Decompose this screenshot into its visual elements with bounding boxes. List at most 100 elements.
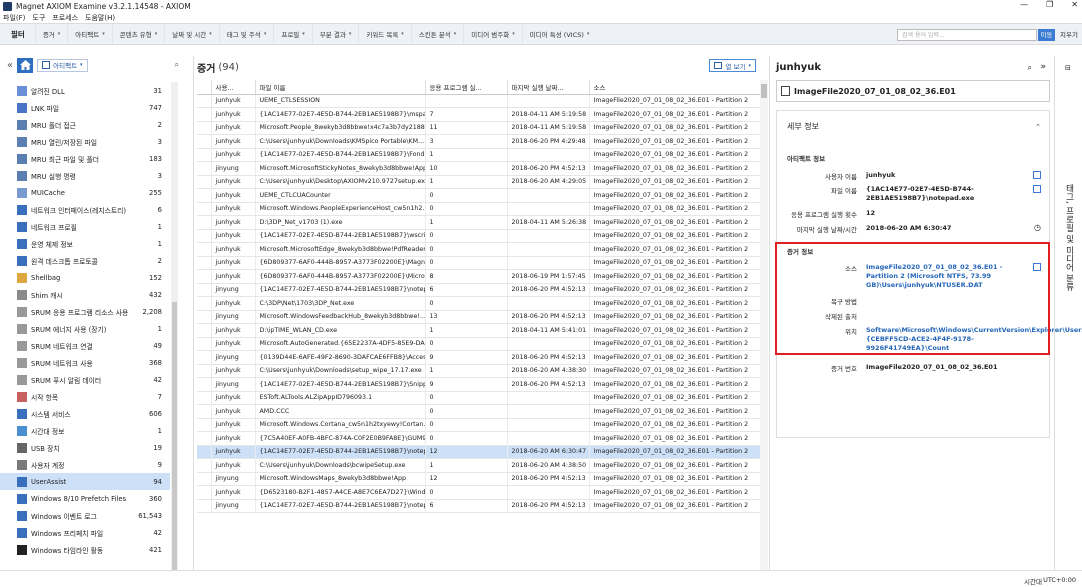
table-row[interactable]: junhyuk UEME_CTLSESSION ImageFile2020_07_0… (197, 94, 761, 108)
artifact-item[interactable]: USB 장치 19 (0, 439, 170, 456)
artifact-item[interactable]: Windows 이벤트 로그 61,543 (0, 507, 170, 524)
timezone-value[interactable]: UTC+0:00 (1043, 576, 1076, 584)
table-row[interactable]: junhyuk {7C5A40EF-A0FB-4BFC-874A-C0F2E0B9… (197, 431, 761, 446)
row-checkbox[interactable] (197, 485, 212, 500)
filter-1[interactable]: 아티팩트 ▾ (67, 24, 111, 44)
artifact-item[interactable]: SRUM 에너지 사용 (장기) 1 (0, 320, 170, 337)
maximize-button[interactable]: ❐ (1046, 0, 1053, 9)
table-row[interactable]: junhyuk C:\Users\junhyuk\Downloads\bcwipe… (197, 458, 761, 473)
row-checkbox[interactable] (197, 445, 212, 459)
artifact-item[interactable]: MRU 실행 명령 3 (0, 167, 170, 184)
artifact-item[interactable]: SRUM 네트워크 연결 49 (0, 337, 170, 354)
filter-7[interactable]: 키워드 목록 ▾ (358, 24, 410, 44)
artifact-item[interactable]: MUICache 255 (0, 184, 170, 201)
row-checkbox[interactable] (197, 310, 212, 324)
row-checkbox[interactable] (197, 296, 212, 311)
table-scrollbar[interactable] (760, 80, 768, 570)
row-checkbox[interactable] (197, 431, 212, 446)
table-row[interactable]: jinyung {1AC14E77-02E7-4E5D-B744-2EB1AE51… (197, 283, 761, 297)
row-checkbox[interactable] (197, 202, 212, 216)
table-row[interactable]: junhyuk {6D809377-6AF0-444B-8957-A3773F02… (197, 256, 761, 270)
artifact-item[interactable]: SRUM 응용 프로그램 리소스 사용 2,208 (0, 303, 170, 320)
row-checkbox[interactable] (197, 161, 212, 176)
column-header[interactable]: 소스 (589, 80, 761, 95)
minimize-button[interactable]: — (1020, 0, 1028, 9)
row-checkbox[interactable] (197, 94, 212, 108)
table-row[interactable]: junhyuk Microsoft.AutoGenerated.{65E2237A… (197, 337, 761, 351)
row-checkbox[interactable] (197, 323, 212, 338)
table-row[interactable]: junhyuk ESToft.ALTools.ALZipAppID796093.1… (197, 391, 761, 405)
artifact-item[interactable]: MRU 폴더 접근 2 (0, 116, 170, 133)
artifact-item[interactable]: 알려진 DLL 31 (0, 82, 170, 99)
menu-tools[interactable]: 도구 (32, 13, 45, 23)
artifact-item[interactable]: MRU 열린/저장된 파일 3 (0, 133, 170, 150)
filter-10[interactable]: 미디어 특성 (VICS) ▾ (521, 24, 597, 44)
table-row[interactable]: junhyuk {1AC14E77-02E7-4E5D-B744-2EB1AE51… (197, 107, 761, 122)
table-row[interactable]: junhyuk {1AC14E77-02E7-4E5D-B744-2EB1AE51… (197, 148, 761, 162)
table-row[interactable]: junhyuk C:\Users\junhyuk\Downloads\KMSpic… (197, 134, 761, 149)
row-checkbox[interactable] (197, 256, 212, 270)
search-go-button[interactable]: 이동 (1038, 29, 1055, 41)
artifact-item[interactable]: Windows 타임라인 활동 421 (0, 541, 170, 558)
table-row[interactable]: junhyuk {6D809377-6AF0-444B-8957-A3773F02… (197, 269, 761, 284)
artifact-item[interactable]: LNK 파일 747 (0, 99, 170, 116)
row-checkbox[interactable] (197, 229, 212, 243)
table-row[interactable]: junhyuk {1AC14E77-02E7-4E5D-B744-2EB1AE51… (197, 229, 761, 243)
row-checkbox[interactable] (197, 148, 212, 162)
artifact-item[interactable]: SRUM 푸시 알림 데이터 42 (0, 371, 170, 388)
table-row[interactable]: jinyung Microsoft.WindowsMaps_8wekyb3d8bb… (197, 472, 761, 486)
column-header[interactable]: 파일 이름 (255, 80, 426, 95)
row-checkbox[interactable] (197, 364, 212, 378)
table-row[interactable]: jinyung {0139D44E-6AFE-49F2-8690-3DAFCAE6… (197, 350, 761, 365)
filter-reset-button[interactable]: 지우기 (1060, 29, 1078, 39)
filter-2[interactable]: 콘텐츠 유형 ▾ (111, 24, 164, 44)
row-checkbox[interactable] (197, 499, 212, 513)
artifact-item[interactable]: Shim 캐시 432 (0, 286, 170, 303)
search-icon[interactable]: ⌕ (175, 60, 179, 70)
collapse-right-icon[interactable]: » (1040, 62, 1046, 72)
menu-file[interactable]: 파일(F) (3, 13, 25, 23)
column-header[interactable]: 마지막 실행 날짜... (507, 80, 590, 95)
row-checkbox[interactable] (197, 121, 212, 135)
row-checkbox[interactable] (197, 350, 212, 365)
table-row[interactable]: junhyuk D:\ipTIME_WLAN_CD.exe 1 2018-04-11 … (197, 323, 761, 338)
row-checkbox[interactable] (197, 242, 212, 257)
table-row[interactable]: junhyuk Microsoft.MicrosoftEdge_8wekyb3d8… (197, 242, 761, 257)
pin-icon[interactable]: ⊟ (1065, 64, 1071, 72)
table-row[interactable]: junhyuk C:\Users\junhyuk\Downloads\setup_… (197, 364, 761, 378)
row-checkbox[interactable] (197, 377, 212, 392)
menu-process[interactable]: 프로세스 (52, 13, 78, 23)
row-checkbox[interactable] (197, 337, 212, 351)
tags-profiles-sidebar[interactable]: ⊟ 태그, 프로필 및 미디어 분류 (1054, 56, 1082, 570)
column-header[interactable]: 응용 프로그램 실... (425, 80, 508, 95)
row-checkbox[interactable] (197, 107, 212, 122)
hierarchy-icon[interactable] (1033, 171, 1041, 179)
filter-5[interactable]: 프로필 ▾ (273, 24, 311, 44)
table-row[interactable]: jinyung Microsoft.WindowsFeedbackHub_8wek… (197, 310, 761, 324)
collapse-icon[interactable]: « (7, 60, 13, 71)
table-row[interactable]: junhyuk Microsoft.People_8wekyb3d8bbwe!x4… (197, 121, 761, 135)
chevron-up-icon[interactable]: ⌃ (1035, 123, 1041, 131)
row-checkbox[interactable] (197, 134, 212, 149)
row-checkbox[interactable] (197, 458, 212, 473)
row-checkbox[interactable] (197, 215, 212, 230)
home-button[interactable] (17, 57, 34, 73)
filter-0[interactable]: 증거 ▾ (34, 24, 67, 44)
table-row[interactable]: jinyung Microsoft.MicrosoftStickyNotes_8w… (197, 161, 761, 176)
column-header[interactable] (197, 80, 212, 95)
table-row[interactable]: jinyung {1AC14E77-02E7-4E5D-B744-2EB1AE51… (197, 499, 761, 513)
artifact-item[interactable]: Windows 8/10 Prefetch Files 360 (0, 490, 170, 507)
row-checkbox[interactable] (197, 269, 212, 284)
artifact-item[interactable]: UserAssist 94 (0, 473, 170, 490)
filter-9[interactable]: 미디어 범주화 ▾ (463, 24, 521, 44)
table-row[interactable]: junhyuk {1AC14E77-02E7-4E5D-B744-2EB1AE51… (197, 445, 761, 459)
row-checkbox[interactable] (197, 175, 212, 189)
search-input[interactable]: 검색 용어 입력... (897, 29, 1037, 41)
filter-4[interactable]: 태그 및 주석 ▾ (218, 24, 274, 44)
table-row[interactable]: junhyuk UEME_CTLCUACounter 0 ImageFile2020_… (197, 188, 761, 203)
artifact-item[interactable]: Shellbag 152 (0, 269, 170, 286)
column-view-button[interactable]: 열 보기 ▾ (709, 59, 756, 72)
artifact-item[interactable]: 시간대 정보 1 (0, 422, 170, 439)
artifact-item[interactable]: 네트워크 프로필 1 (0, 218, 170, 235)
row-checkbox[interactable] (197, 472, 212, 486)
